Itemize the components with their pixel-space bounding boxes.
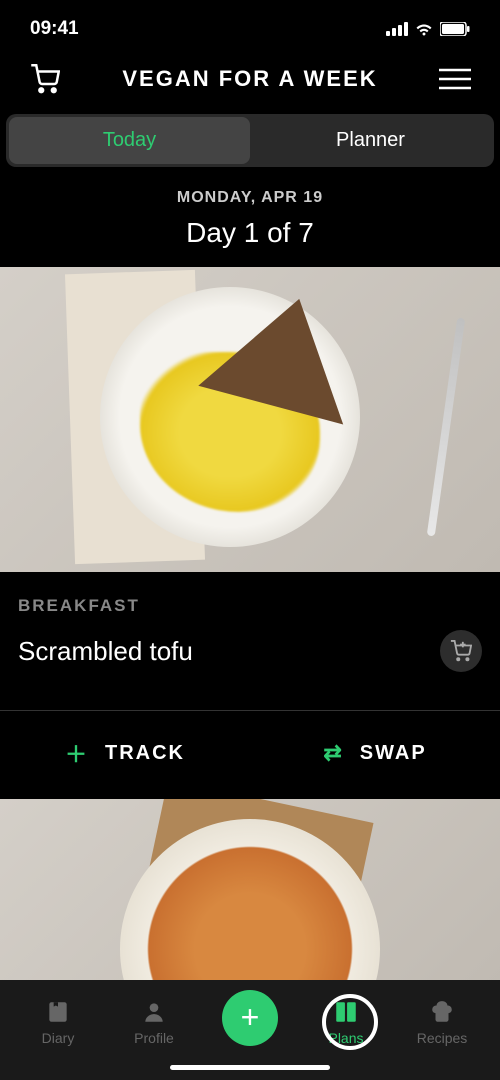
- nav-add[interactable]: +: [202, 998, 298, 1046]
- nav-diary-label: Diary: [42, 1030, 75, 1046]
- status-time: 09:41: [30, 18, 79, 40]
- nav-diary[interactable]: Diary: [10, 998, 106, 1046]
- swap-button[interactable]: ⇄ SWAP: [250, 711, 500, 795]
- status-icons: [386, 22, 470, 36]
- day-count-label: Day 1 of 7: [0, 217, 500, 249]
- signal-icon: [386, 22, 408, 36]
- page-title: VEGAN FOR A WEEK: [62, 66, 438, 92]
- home-indicator[interactable]: [170, 1065, 330, 1070]
- meal-info: BREAKFAST Scrambled tofu: [0, 572, 500, 690]
- cart-plus-icon: [450, 640, 472, 662]
- status-bar: 09:41: [0, 0, 500, 50]
- plus-icon: ＋: [65, 737, 89, 769]
- add-to-cart-button[interactable]: [440, 630, 482, 672]
- battery-icon: [440, 22, 470, 36]
- wifi-icon: [414, 22, 434, 36]
- meal-image-breakfast[interactable]: [0, 267, 500, 572]
- diary-icon: [44, 998, 72, 1026]
- action-row: ＋ TRACK ⇄ SWAP: [0, 710, 500, 795]
- nav-profile[interactable]: Profile: [106, 998, 202, 1046]
- cart-icon: [30, 64, 60, 94]
- meal-image-next[interactable]: [0, 799, 500, 991]
- track-label: TRACK: [105, 742, 185, 765]
- fab-add[interactable]: +: [222, 990, 278, 1046]
- hamburger-icon: [439, 68, 471, 90]
- meal-name: Scrambled tofu: [18, 636, 193, 667]
- tabs: Today Planner: [6, 114, 494, 167]
- plans-highlight-ring: [322, 994, 378, 1050]
- profile-icon: [140, 998, 168, 1026]
- date-label: MONDAY, APR 19: [0, 189, 500, 207]
- nav-recipes[interactable]: Recipes: [394, 998, 490, 1046]
- header-row: VEGAN FOR A WEEK: [0, 50, 500, 114]
- date-section: MONDAY, APR 19 Day 1 of 7: [0, 167, 500, 267]
- meal-type-label: BREAKFAST: [18, 596, 482, 616]
- recipes-icon: [428, 998, 456, 1026]
- plus-icon: +: [241, 999, 260, 1036]
- nav-profile-label: Profile: [134, 1030, 174, 1046]
- swap-label: SWAP: [360, 742, 427, 765]
- cart-button[interactable]: [28, 62, 62, 96]
- track-button[interactable]: ＋ TRACK: [0, 711, 250, 795]
- nav-recipes-label: Recipes: [417, 1030, 468, 1046]
- tab-planner[interactable]: Planner: [250, 117, 491, 164]
- menu-button[interactable]: [438, 62, 472, 96]
- swap-icon: ⇄: [323, 740, 343, 766]
- tab-today[interactable]: Today: [9, 117, 250, 164]
